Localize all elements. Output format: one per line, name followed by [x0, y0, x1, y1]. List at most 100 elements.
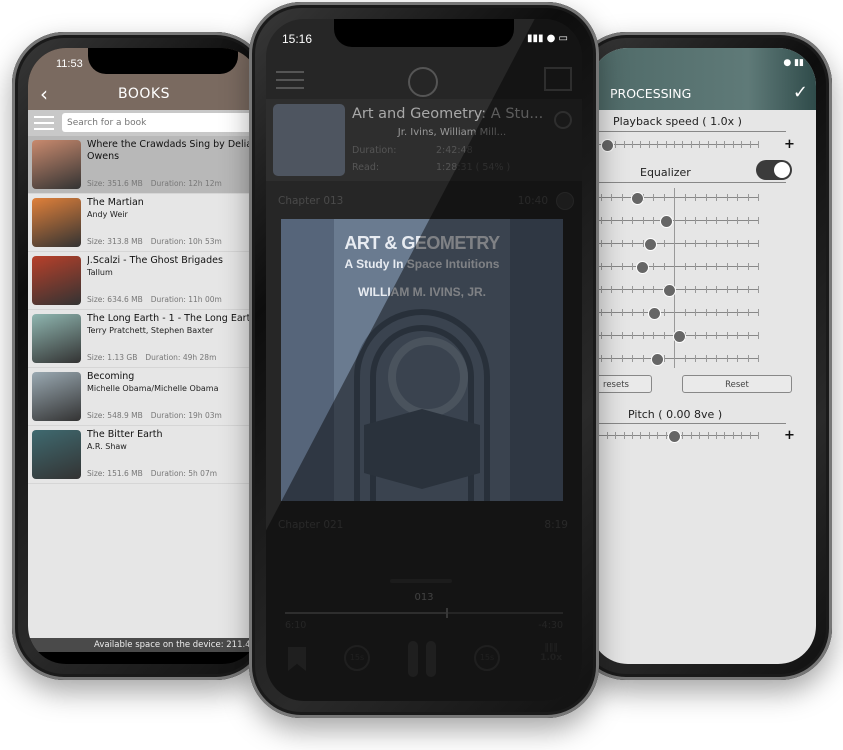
slider-tick: [737, 286, 738, 293]
slider-tick: [737, 355, 738, 362]
eq-band-slider[interactable]: [590, 192, 759, 205]
slider-thumb[interactable]: [662, 284, 676, 297]
book-icon[interactable]: [544, 67, 572, 91]
elapsed-time: 6:10: [285, 620, 307, 631]
slider-thumb[interactable]: [636, 261, 650, 274]
pause-icon[interactable]: [408, 641, 438, 677]
slider-tick: [674, 263, 675, 270]
eq-band-slider[interactable]: [590, 284, 759, 297]
signal-wifi-battery-icons: ▮▮▮ ● ▭: [526, 33, 568, 44]
book-meta: Size: 1.13 GB Duration: 49h 28m: [87, 353, 224, 362]
slider-tick: [758, 194, 759, 201]
equalizer-settings-icon[interactable]: ‖‖‖ 1.0x: [540, 643, 562, 663]
divider: [590, 131, 786, 132]
book-title: The Martian: [87, 197, 144, 208]
divider: [590, 182, 786, 183]
slider-thumb[interactable]: [673, 330, 687, 343]
slider-thumb[interactable]: [647, 307, 661, 320]
duration-row: Duration: 2:42:48: [352, 145, 473, 156]
book-list-item[interactable]: Where the Crawdads Sing by Delia Owens Si…: [28, 136, 260, 194]
books-screen: 11:53 ‹ BOOKS Where the Crawdads Sing by…: [28, 48, 260, 664]
slider-thumb[interactable]: [631, 192, 645, 205]
slider-tick: [726, 217, 728, 224]
progress-slider[interactable]: [285, 608, 563, 618]
status-time: 15:16: [282, 32, 313, 46]
slider-thumb[interactable]: [651, 353, 665, 366]
slider-thumb[interactable]: [644, 238, 658, 251]
slider-thumb[interactable]: [659, 215, 673, 228]
book-meta: Size: 313.8 MB Duration: 10h 53m: [87, 237, 230, 246]
book-meta: Size: 351.6 MB Duration: 12h 12m: [87, 179, 230, 188]
eq-band-slider[interactable]: [590, 307, 759, 320]
chapter-row[interactable]: Chapter 013 10:40: [266, 181, 582, 221]
airplay-icon[interactable]: [554, 111, 572, 129]
slider-tick: [684, 217, 686, 224]
forward-15-icon[interactable]: 15s: [474, 645, 500, 671]
book-list-item[interactable]: Becoming Michelle Obama/Michelle Obama Siz…: [28, 368, 260, 426]
book-meta: Size: 634.6 MB Duration: 11h 00m: [87, 295, 230, 304]
eq-band-slider[interactable]: [590, 215, 759, 228]
book-duration: Duration: 5h 07m: [150, 469, 218, 478]
duration-label: Duration:: [352, 145, 397, 156]
slider-tick: [758, 263, 759, 270]
notch: [88, 48, 238, 74]
slider-tick: [732, 141, 734, 148]
slider-tick: [705, 355, 707, 362]
slider-tick: [682, 432, 684, 439]
bookmark-icon[interactable]: [288, 647, 306, 671]
slider-tick: [705, 194, 707, 201]
checkmark-icon[interactable]: ✓: [793, 82, 808, 103]
presets-button[interactable]: resets: [590, 375, 652, 393]
slider-thumb[interactable]: [600, 139, 614, 152]
notch: [334, 19, 514, 47]
chapter-duration: 8:19: [544, 519, 568, 531]
rewind-15-icon[interactable]: 15s: [344, 645, 370, 671]
slider-tick: [600, 194, 602, 201]
cover-subtitle: A Study In Space Intuitions: [344, 257, 500, 271]
slider-tick: [726, 194, 728, 201]
eq-band-slider[interactable]: [590, 330, 759, 343]
book-list-item[interactable]: The Martian Andy Weir Size: 313.8 MB Durati…: [28, 194, 260, 252]
drag-handle[interactable]: [390, 579, 452, 583]
speed-plus-button[interactable]: +: [784, 137, 795, 152]
chapter-row[interactable]: Chapter 021 8:19: [266, 505, 582, 545]
book-list-item[interactable]: The Long Earth - 1 - The Long Earth Terry…: [28, 310, 260, 368]
slider-tick: [653, 217, 654, 224]
slider-tick: [657, 432, 659, 439]
slider-tick: [615, 432, 617, 439]
eq-band-slider[interactable]: [590, 261, 759, 274]
equalizer-toggle[interactable]: [756, 160, 792, 180]
phone-player: 15:16 ▮▮▮ ● ▭ Art and Geometry: A Stu...…: [249, 2, 599, 718]
slider-tick: [737, 240, 738, 247]
slider-thumb[interactable]: [668, 430, 681, 443]
slider-tick: [621, 355, 623, 362]
slider-tick: [640, 432, 642, 439]
reset-button[interactable]: Reset: [682, 375, 792, 393]
player-toolbar: [266, 59, 582, 100]
read-value: 1:28:31 ( 54% ): [436, 162, 511, 173]
pitch-slider[interactable]: [590, 430, 759, 443]
slider-tick: [621, 240, 623, 247]
pitch-plus-button[interactable]: +: [784, 428, 795, 443]
slider-tick: [716, 217, 717, 224]
pitch-label: Pitch ( 0.00 8ve ): [628, 408, 723, 421]
slider-tick: [653, 286, 654, 293]
book-size: Size: 151.6 MB: [87, 469, 143, 478]
book-list-item[interactable]: J.Scalzi - The Ghost Brigades Tallum Size:…: [28, 252, 260, 310]
book-title: Becoming: [87, 371, 135, 382]
sleep-timer-icon[interactable]: [408, 67, 438, 97]
eq-band-slider[interactable]: [590, 353, 759, 366]
playback-speed-slider[interactable]: [590, 139, 759, 152]
slider-tick: [737, 263, 738, 270]
slider-tick: [716, 332, 717, 339]
slider-tick: [741, 141, 743, 148]
book-list-item[interactable]: The Bitter Earth A.R. Shaw Size: 151.6 MB D…: [28, 426, 260, 484]
book-author: Tallum: [87, 268, 113, 277]
menu-icon[interactable]: [34, 116, 54, 130]
menu-icon[interactable]: [276, 71, 304, 95]
slider-tick: [632, 432, 633, 439]
progress-knob[interactable]: [446, 608, 449, 618]
eq-band-slider[interactable]: [590, 238, 759, 251]
book-author: Andy Weir: [87, 210, 128, 219]
search-input[interactable]: [62, 113, 260, 132]
